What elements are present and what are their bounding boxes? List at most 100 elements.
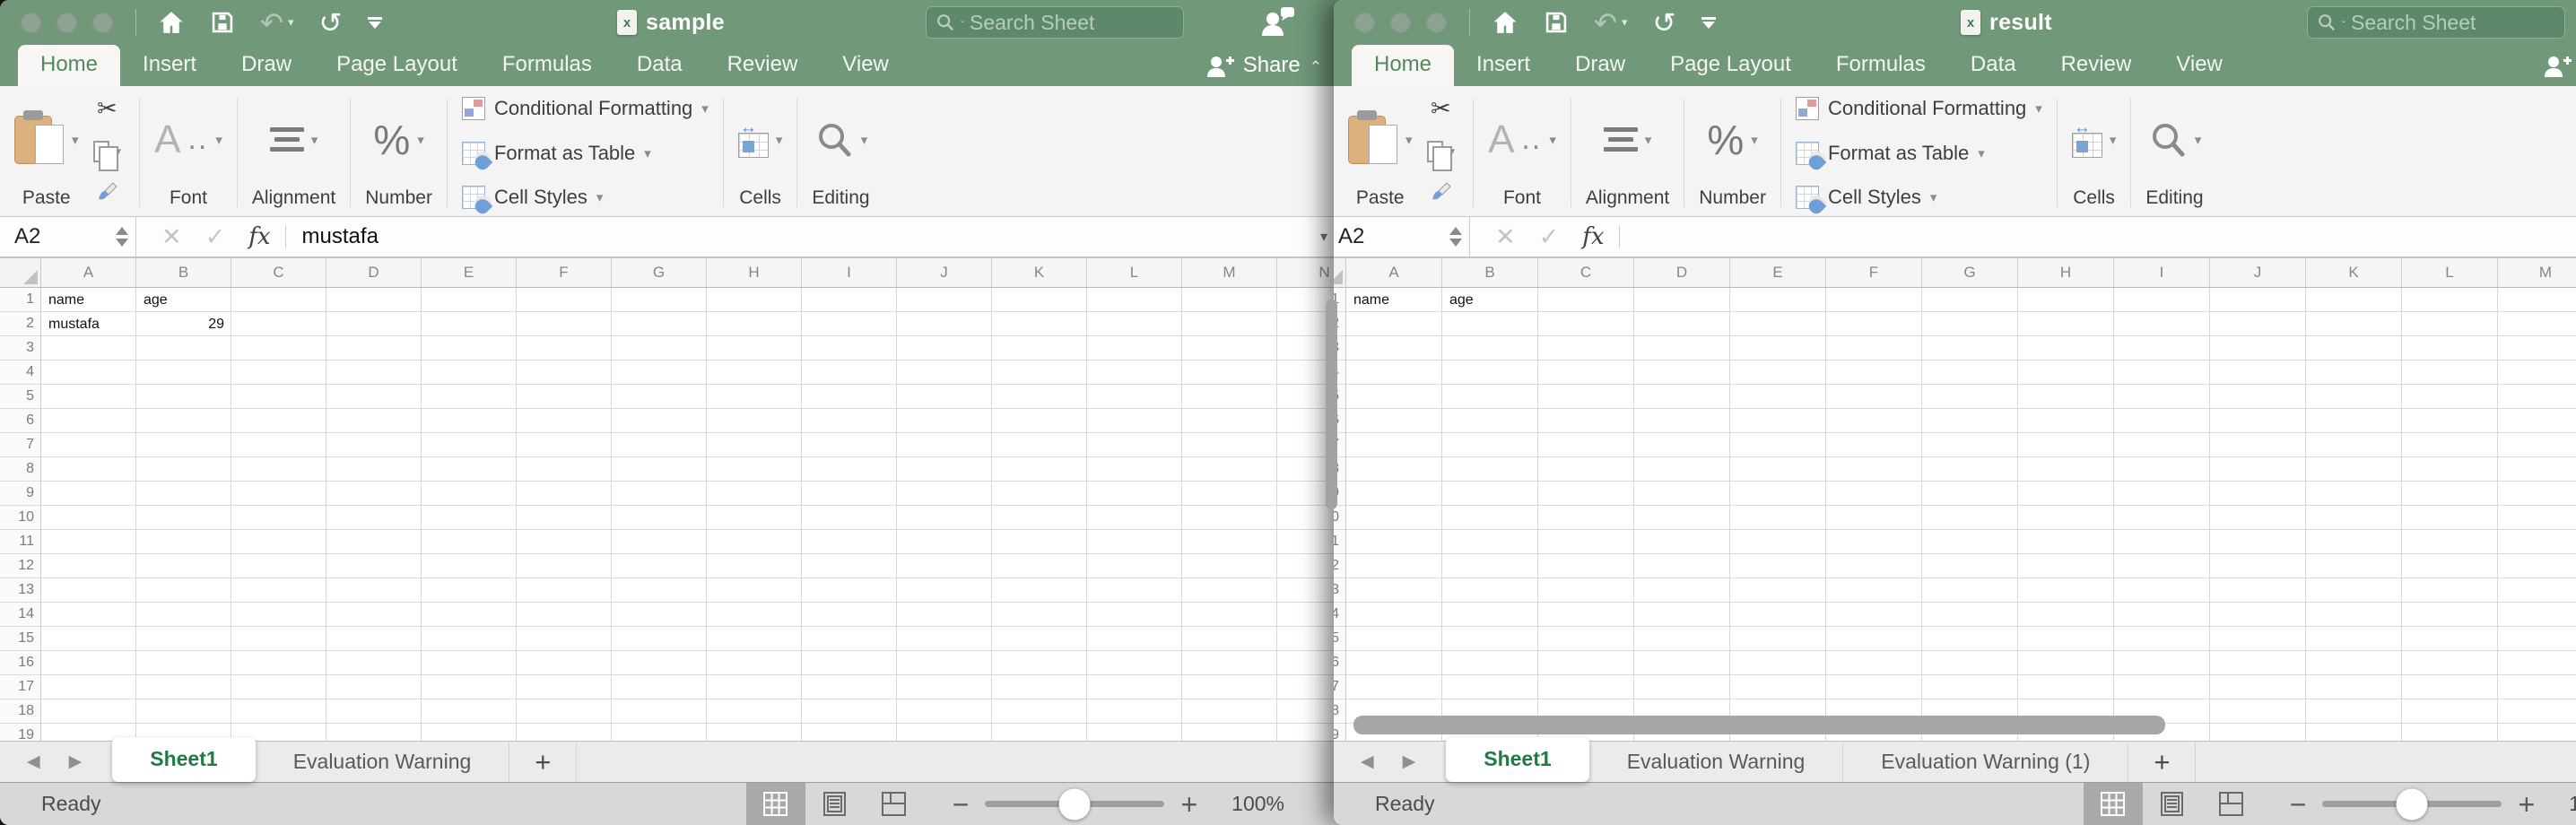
row-header-16[interactable]: 16: [0, 651, 40, 675]
row-header-17[interactable]: 17: [0, 675, 40, 699]
editing-group-button[interactable]: ▾ Editing: [812, 95, 869, 211]
row-header-12[interactable]: 12: [0, 554, 40, 578]
column-header-D[interactable]: D: [326, 258, 422, 287]
number-dropdown-icon[interactable]: ▾: [1751, 132, 1758, 148]
sheet-tab-evaluation-warning-1-[interactable]: Evaluation Warning (1): [1843, 742, 2128, 782]
column-header-H[interactable]: H: [707, 258, 802, 287]
row-header-18[interactable]: 18: [1334, 699, 1345, 724]
number-group-button[interactable]: % ▾ Number: [365, 95, 432, 211]
normal-view-button[interactable]: [2084, 783, 2143, 825]
row-header-5[interactable]: 5: [0, 385, 40, 409]
redo-button[interactable]: ↺: [1653, 9, 1676, 37]
row-header-11[interactable]: 11: [0, 530, 40, 554]
editing-dropdown-icon[interactable]: ▾: [861, 132, 868, 148]
row-header-6[interactable]: 6: [0, 409, 40, 433]
paste-dropdown-icon[interactable]: ▾: [1405, 132, 1413, 148]
column-header-I[interactable]: I: [802, 258, 897, 287]
column-header-G[interactable]: G: [612, 258, 707, 287]
select-all-corner[interactable]: [1334, 258, 1346, 287]
sheet-nav-left-icon[interactable]: ◀: [1361, 751, 1374, 772]
cell-A1[interactable]: name: [41, 288, 136, 312]
row-header-15[interactable]: 15: [0, 627, 40, 651]
formula-input[interactable]: mustafa: [302, 224, 379, 249]
formula-bar-expand-icon[interactable]: ▾: [1320, 228, 1327, 246]
search-input[interactable]: ˇ Search Sheet: [926, 6, 1184, 39]
undo-dropdown-icon[interactable]: ▾: [1622, 15, 1628, 30]
cancel-entry-icon[interactable]: ✕: [1495, 223, 1516, 251]
zoom-out-button[interactable]: −: [936, 790, 986, 819]
row-header-15[interactable]: 15: [1334, 627, 1345, 651]
zoom-in-button[interactable]: +: [2502, 790, 2551, 819]
row-header-4[interactable]: 4: [0, 360, 40, 385]
row-header-3[interactable]: 3: [0, 336, 40, 360]
row-header-14[interactable]: 14: [1334, 603, 1345, 627]
collaborator-icon[interactable]: [1259, 5, 1295, 42]
row-header-10[interactable]: 10: [0, 506, 40, 530]
column-header-B[interactable]: B: [1442, 258, 1538, 287]
editing-group-button[interactable]: ▾ Editing: [2145, 95, 2203, 211]
cells-dropdown-icon[interactable]: ▾: [2110, 132, 2117, 148]
zoom-window-button[interactable]: [91, 12, 114, 34]
row-header-8[interactable]: 8: [0, 457, 40, 482]
column-header-K[interactable]: K: [992, 258, 1087, 287]
sheet-tab-evaluation-warning[interactable]: Evaluation Warning: [256, 742, 510, 782]
name-box-stepper[interactable]: [1449, 217, 1462, 256]
tab-draw[interactable]: Draw: [1553, 45, 1648, 86]
editing-dropdown-icon[interactable]: ▾: [2195, 132, 2202, 148]
minimize-window-button[interactable]: [56, 12, 78, 34]
sheet-nav-right-icon[interactable]: ▶: [69, 751, 83, 772]
tab-formulas[interactable]: Formulas: [480, 45, 614, 86]
column-header-M[interactable]: M: [1182, 258, 1277, 287]
tab-review[interactable]: Review: [705, 45, 821, 86]
column-header-M[interactable]: M: [2498, 258, 2576, 287]
column-header-L[interactable]: L: [1087, 258, 1182, 287]
row-header-14[interactable]: 14: [0, 603, 40, 627]
share-button[interactable]: Share ⌃: [2541, 45, 2576, 86]
paste-button[interactable]: ▾ Paste: [1348, 95, 1413, 211]
page-layout-view-button[interactable]: [805, 783, 865, 825]
page-break-preview-button[interactable]: [865, 783, 924, 825]
home-icon[interactable]: [1492, 9, 1519, 36]
column-header-C[interactable]: C: [231, 258, 326, 287]
redo-button[interactable]: ↺: [319, 9, 343, 37]
share-collapse-chevron-icon[interactable]: ⌃: [1310, 58, 1322, 76]
cell-B1[interactable]: age: [1442, 288, 1538, 312]
cell-B1[interactable]: age: [136, 288, 231, 312]
normal-view-button[interactable]: [746, 783, 805, 825]
toolbar-overflow-icon[interactable]: [1701, 17, 1716, 29]
tab-draw[interactable]: Draw: [219, 45, 314, 86]
zoom-slider-thumb[interactable]: [2397, 788, 2428, 820]
alignment-dropdown-icon[interactable]: ▾: [311, 132, 318, 148]
column-header-J[interactable]: J: [897, 258, 992, 287]
name-box-stepper[interactable]: [116, 217, 128, 256]
row-header-13[interactable]: 13: [0, 578, 40, 603]
minimize-window-button[interactable]: [1389, 12, 1412, 34]
zoom-window-button[interactable]: [1425, 12, 1448, 34]
column-header-K[interactable]: K: [2306, 258, 2402, 287]
toolbar-overflow-icon[interactable]: [368, 17, 382, 29]
tab-view[interactable]: View: [2154, 45, 2245, 86]
row-header-16[interactable]: 16: [1334, 651, 1345, 675]
sheet-nav-left-icon[interactable]: ◀: [27, 751, 40, 772]
tab-data[interactable]: Data: [1948, 45, 2039, 86]
row-header-19[interactable]: 19: [1334, 724, 1345, 741]
row-header-1[interactable]: 1: [0, 288, 40, 312]
zoom-level-label[interactable]: 100%: [2569, 792, 2576, 816]
page-layout-view-button[interactable]: [2143, 783, 2202, 825]
font-group-button[interactable]: A .. ▾ Font: [154, 95, 222, 211]
tab-page-layout[interactable]: Page Layout: [314, 45, 480, 86]
cells-group-button[interactable]: ↔ ▾ Cells: [2072, 95, 2117, 211]
copy-button[interactable]: ▾: [93, 141, 122, 162]
row-header-7[interactable]: 7: [0, 433, 40, 457]
row-header-11[interactable]: 11: [1334, 530, 1345, 554]
cells-area[interactable]: nameage: [1346, 288, 2576, 741]
column-header-B[interactable]: B: [136, 258, 231, 287]
column-header-J[interactable]: J: [2210, 258, 2306, 287]
tab-insert[interactable]: Insert: [120, 45, 219, 86]
tab-home[interactable]: Home: [1352, 45, 1454, 86]
number-group-button[interactable]: % ▾ Number: [1699, 95, 1766, 211]
alignment-group-button[interactable]: ▾ Alignment: [252, 95, 335, 211]
row-header-12[interactable]: 12: [1334, 554, 1345, 578]
format-as-table-button[interactable]: Format as Table ▾: [1796, 142, 2042, 165]
column-header-N[interactable]: N: [1277, 258, 1342, 287]
